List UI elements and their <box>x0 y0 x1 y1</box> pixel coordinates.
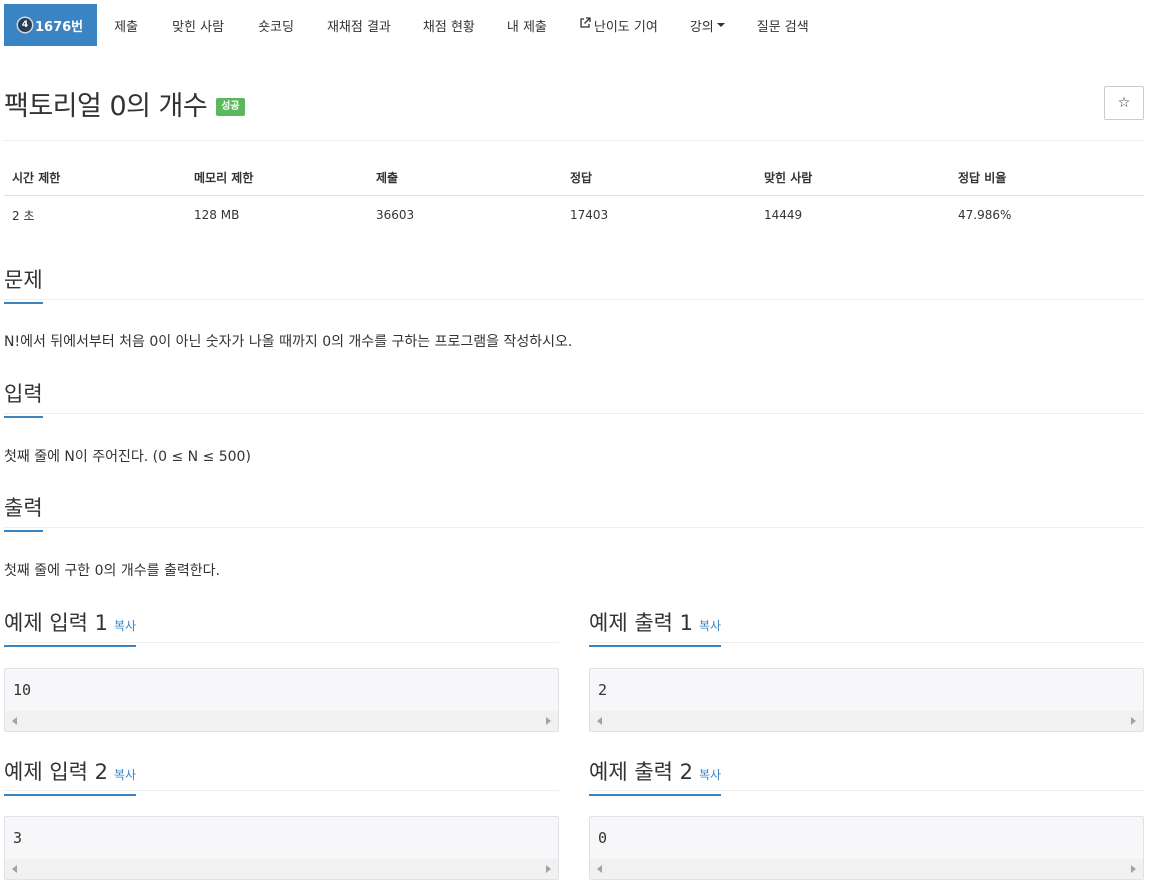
sample-output-1-box[interactable]: 2 <box>589 668 1144 732</box>
output-description: 첫째 줄에 구한 0의 개수를 출력한다. <box>4 563 220 579</box>
sample-output-1-divider <box>589 642 1144 643</box>
sample-input-2-divider <box>4 790 559 791</box>
caret-down-icon <box>716 23 725 27</box>
input-description: 첫째 줄에 N이 주어진다. (0 ≤ N ≤ 500) <box>4 449 251 465</box>
sample-output-2-value: 0 <box>598 829 608 847</box>
problem-description: N!에서 뒤에서부터 처음 0이 아닌 숫자가 나올 때까지 0의 개수를 구하… <box>4 334 573 350</box>
horizontal-scrollbar[interactable] <box>590 711 1143 731</box>
scroll-right-icon[interactable] <box>1131 717 1136 725</box>
nav-tab-my-submissions-label: 내 제출 <box>506 19 547 35</box>
value-memory-limit: 128 MB <box>194 208 240 222</box>
sample-input-1-value: 10 <box>13 681 32 699</box>
problem-title: 팩토리얼 0의 개수 <box>4 91 208 122</box>
nav-tab-solvers-label: 맞힌 사람 <box>172 19 225 35</box>
sample-input-2-value: 3 <box>13 829 23 847</box>
copy-sample-input-2-link[interactable]: 복사 <box>114 768 136 782</box>
sample-output-2-divider <box>589 790 1144 791</box>
nav-tab-status-label: 채점 현황 <box>422 19 475 35</box>
sample-input-1-divider <box>4 642 559 643</box>
problem-number-label: 1676번 <box>35 19 84 35</box>
scroll-right-icon[interactable] <box>546 865 551 873</box>
nav-tab-my-submissions[interactable]: 내 제출 <box>491 4 563 46</box>
nav-tab-submit[interactable]: 제출 <box>97 4 155 46</box>
nav-tab-solvers[interactable]: 맞힌 사람 <box>155 4 241 46</box>
input-heading: 입력 <box>4 378 43 418</box>
sample-input-1-label: 예제 입력 1 <box>4 611 108 635</box>
nav-tab-difficulty[interactable]: 난이도 기여 <box>563 4 674 46</box>
header-time-limit: 시간 제한 <box>12 171 61 185</box>
value-accepted: 17403 <box>570 208 609 222</box>
external-link-icon <box>579 17 591 33</box>
sample-output-1-heading: 예제 출력 1 복사 <box>589 607 722 647</box>
nav-tab-submit-label: 제출 <box>114 19 139 35</box>
star-icon: ☆ <box>1117 95 1131 111</box>
scroll-left-icon[interactable] <box>597 717 602 725</box>
header-submissions: 제출 <box>376 171 399 185</box>
problem-nav: 4 1676번 제출 맞힌 사람 숏코딩 재채점 결과 채점 현황 내 제출 난… <box>4 4 825 46</box>
problem-section-divider <box>4 299 1144 300</box>
horizontal-scrollbar[interactable] <box>5 859 558 879</box>
sample-input-1-title: 예제 입력 1 복사 <box>4 607 137 647</box>
sample-output-2-box[interactable]: 0 <box>589 816 1144 880</box>
scroll-left-icon[interactable] <box>597 865 602 873</box>
nav-tab-rejudge[interactable]: 재채점 결과 <box>311 4 407 46</box>
sample-output-1-value: 2 <box>598 681 608 699</box>
scroll-right-icon[interactable] <box>546 717 551 725</box>
tier-icon: 4 <box>18 18 32 32</box>
problem-info-table: 시간 제한 메모리 제한 제출 정답 맞힌 사람 정답 비율 2 초 128 M… <box>4 160 1144 234</box>
nav-tab-lectures-dropdown[interactable]: 강의 <box>674 4 741 46</box>
scroll-right-icon[interactable] <box>1131 865 1136 873</box>
problem-title-row: 팩토리얼 0의 개수 성공 <box>4 84 245 123</box>
horizontal-scrollbar[interactable] <box>590 859 1143 879</box>
sample-input-2-label: 예제 입력 2 <box>4 760 108 784</box>
nav-tab-problem[interactable]: 4 1676번 <box>4 4 98 46</box>
info-header-row: 시간 제한 메모리 제한 제출 정답 맞힌 사람 정답 비율 <box>4 160 1144 196</box>
scroll-left-icon[interactable] <box>12 717 17 725</box>
nav-tab-difficulty-label: 난이도 기여 <box>593 19 658 35</box>
problem-section-heading: 문제 <box>4 264 43 304</box>
header-solvers: 맞힌 사람 <box>764 171 813 185</box>
value-submissions: 36603 <box>376 208 415 222</box>
copy-sample-output-1-link[interactable]: 복사 <box>699 619 721 633</box>
header-ratio: 정답 비율 <box>958 171 1007 185</box>
header-accepted: 정답 <box>570 171 593 185</box>
problem-heading: 문제 <box>4 264 43 304</box>
sample-output-1-label: 예제 출력 1 <box>589 611 693 635</box>
sample-input-2-box[interactable]: 3 <box>4 816 559 880</box>
info-value-row: 2 초 128 MB 36603 17403 14449 47.986% <box>4 196 1144 234</box>
nav-tab-question-search[interactable]: 질문 검색 <box>741 4 825 46</box>
nav-tab-question-search-label: 질문 검색 <box>756 19 809 35</box>
value-solvers: 14449 <box>764 208 803 222</box>
sample-output-1-title: 예제 출력 1 복사 <box>589 607 722 647</box>
value-ratio: 47.986% <box>958 208 1012 222</box>
title-divider <box>4 140 1144 141</box>
header-memory-limit: 메모리 제한 <box>194 171 254 185</box>
copy-sample-output-2-link[interactable]: 복사 <box>699 768 721 782</box>
status-badge: 성공 <box>216 97 245 116</box>
output-section-heading: 출력 <box>4 492 43 532</box>
sample-output-2-label: 예제 출력 2 <box>589 760 693 784</box>
output-section-divider <box>4 527 1144 528</box>
input-section-divider <box>4 413 1144 414</box>
nav-tab-shortcoding-label: 숏코딩 <box>258 19 294 35</box>
nav-tab-status[interactable]: 채점 현황 <box>407 4 491 46</box>
scroll-left-icon[interactable] <box>12 865 17 873</box>
input-section-heading: 입력 <box>4 378 43 418</box>
nav-tab-shortcoding[interactable]: 숏코딩 <box>241 4 311 46</box>
favorite-button[interactable]: ☆ <box>1104 86 1144 120</box>
copy-sample-input-1-link[interactable]: 복사 <box>114 619 136 633</box>
horizontal-scrollbar[interactable] <box>5 711 558 731</box>
nav-tab-rejudge-label: 재채점 결과 <box>326 19 391 35</box>
value-time-limit: 2 초 <box>12 208 35 223</box>
output-heading: 출력 <box>4 492 43 532</box>
sample-input-1-box[interactable]: 10 <box>4 668 559 732</box>
sample-input-1-heading: 예제 입력 1 복사 <box>4 607 137 647</box>
nav-tab-lectures-label: 강의 <box>689 19 714 35</box>
